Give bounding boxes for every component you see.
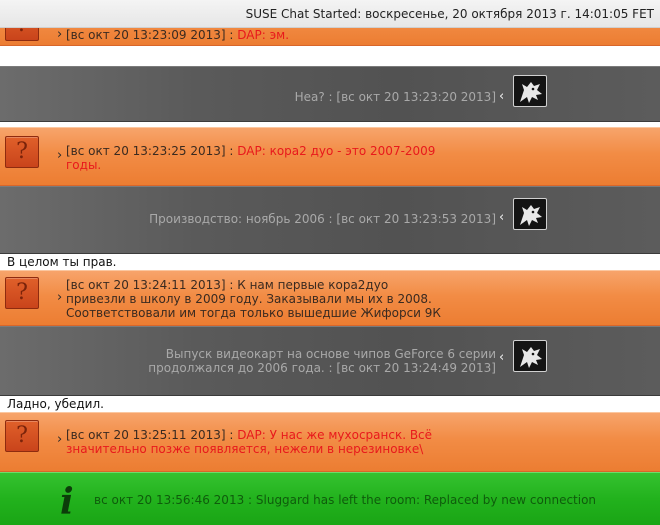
message-text: [вс окт 20 13:23:09 2013] : DAP: эм. — [66, 28, 290, 42]
message-row-incoming: ? › [вс окт 20 13:23:25 2013] : DAP: кор… — [0, 127, 660, 186]
message-row-outgoing: Выпуск видеокарт на основе чипов GeForce… — [0, 326, 660, 396]
message-text: Производство: ноябрь 2006 : [вс окт 20 1… — [149, 212, 496, 226]
message-row-outgoing: Неа? : [вс окт 20 13:23:20 2013] ‹ — [0, 66, 660, 122]
message-row-incoming: ? › [вс окт 20 13:25:11 2013] : DAP: У н… — [0, 412, 660, 472]
wolf-avatar-icon — [513, 75, 547, 107]
message-text: [вс окт 20 13:25:11 2013] : DAP: У нас ж… — [66, 428, 433, 456]
plain-text-line: Ладно, убедил. — [0, 396, 660, 412]
question-avatar-icon: ? — [5, 277, 39, 309]
chat-started-title-overlay: SUSE Chat Started: воскресенье, 20 октяб… — [245, 7, 654, 21]
message-row-incoming: ? › [вс окт 20 13:24:11 2013] : К нам пе… — [0, 270, 660, 326]
message-text: Выпуск видеокарт на основе чипов GeForce… — [148, 347, 496, 375]
plain-text-line: В целом ты прав. — [0, 254, 660, 270]
chevron-left-icon: ‹ — [499, 210, 505, 225]
wolf-avatar-icon — [513, 340, 547, 372]
system-message-row: i вс окт 20 13:56:46 2013 : Sluggard has… — [0, 472, 660, 525]
wolf-avatar-icon — [513, 198, 547, 230]
chat-header-overlay: SUSE Chat Started: воскресенье, 20 октяб… — [0, 0, 660, 28]
chevron-right-icon: › — [57, 148, 63, 163]
question-avatar-icon: ? — [5, 420, 39, 452]
message-row-outgoing: Производство: ноябрь 2006 : [вс окт 20 1… — [0, 186, 660, 254]
message-text: [вс окт 20 13:23:25 2013] : DAP: кора2 д… — [66, 144, 436, 172]
system-message-text: вс окт 20 13:56:46 2013 : Sluggard has l… — [94, 493, 597, 507]
chevron-right-icon: › — [57, 432, 63, 447]
info-icon: i — [60, 481, 74, 523]
chevron-right-icon: › — [57, 27, 63, 42]
message-text: [вс окт 20 13:24:11 2013] : К нам первые… — [66, 278, 441, 320]
chevron-left-icon: ‹ — [499, 350, 505, 365]
chevron-left-icon: ‹ — [499, 89, 505, 104]
question-avatar-icon: ? — [5, 136, 39, 168]
chevron-right-icon: › — [57, 290, 63, 305]
message-text: Неа? : [вс окт 20 13:23:20 2013] — [294, 90, 496, 104]
